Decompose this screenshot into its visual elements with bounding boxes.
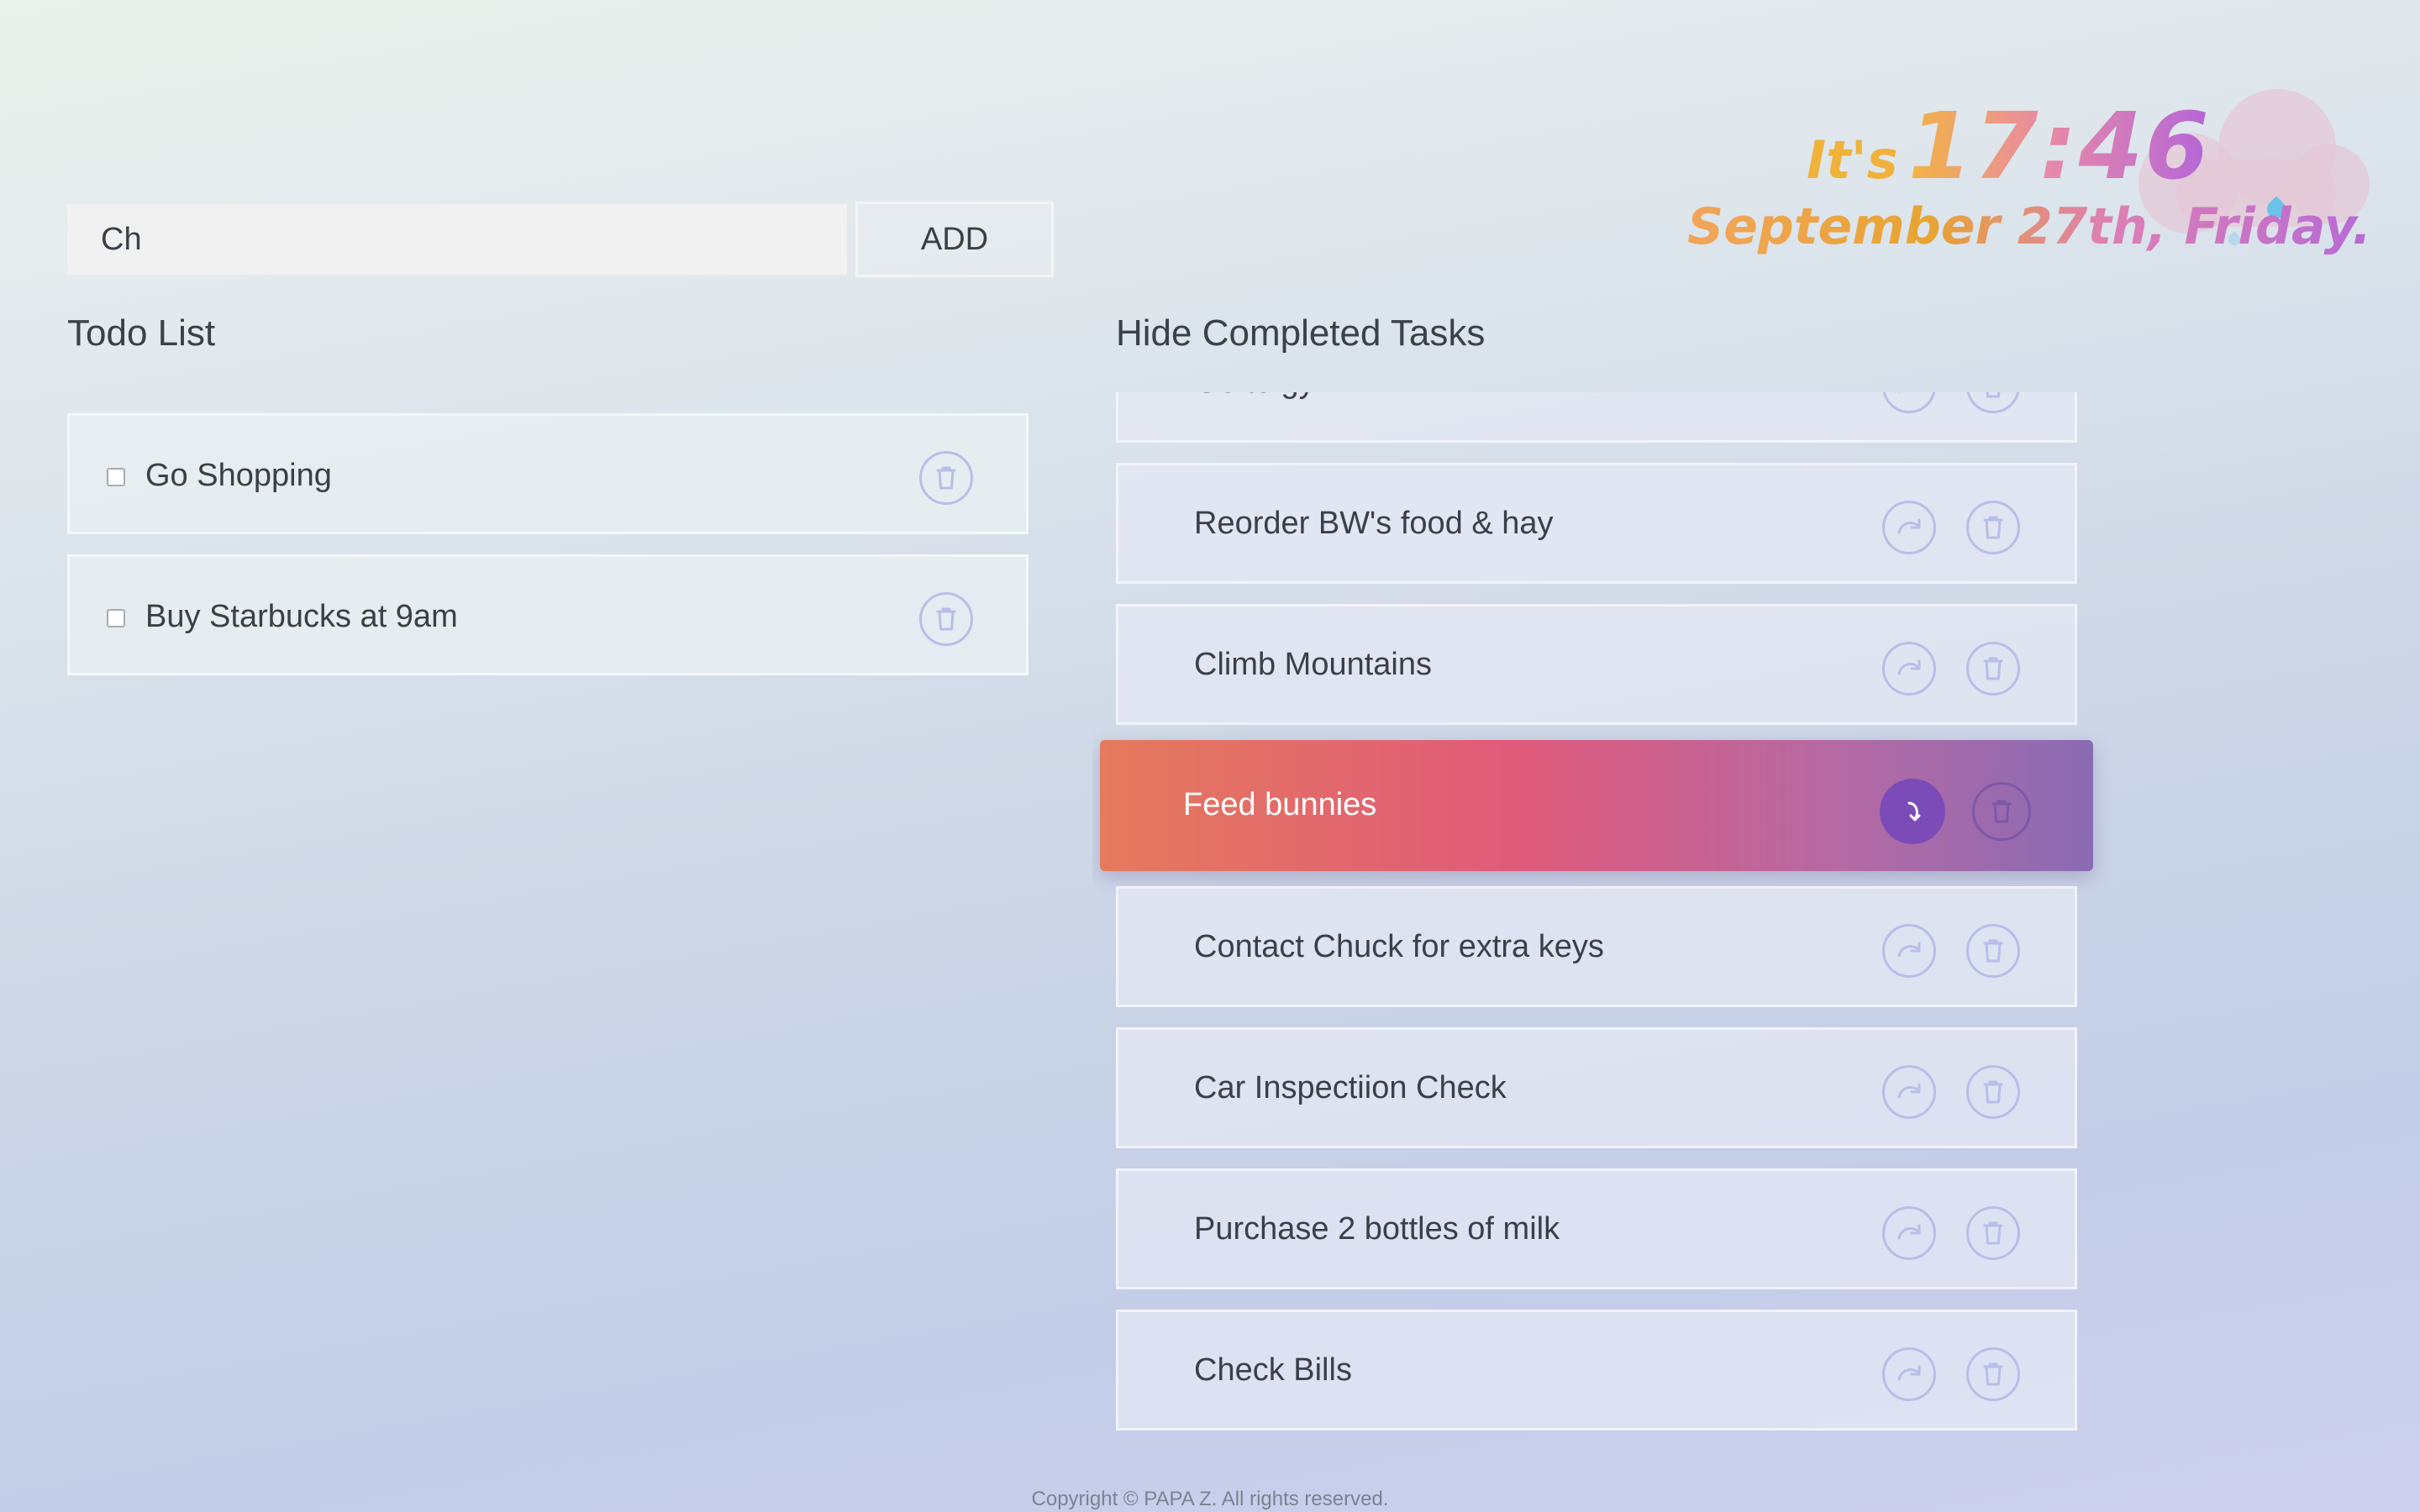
trash-icon (1986, 392, 2001, 398)
delete-button[interactable] (1966, 392, 2020, 413)
delete-button[interactable] (1966, 642, 2020, 696)
completed-item: Climb Mountains (1116, 604, 2077, 725)
clock-date: September 27th, Friday. (1687, 197, 2371, 256)
restore-button[interactable] (1882, 642, 1936, 696)
completed-item-label: Car Inspectiion Check (1194, 1070, 1507, 1105)
completed-item: Reorder BW's food & hay (1116, 463, 2077, 584)
todo-item: Go Shopping (67, 413, 1028, 534)
clock-widget: It's 17:46 September 27th, Friday. (1681, 84, 2371, 286)
redo-arrow-icon (1897, 518, 1921, 534)
redo-arrow-icon (1897, 942, 1921, 958)
restore-button[interactable] (1882, 392, 1936, 413)
trash-icon (1983, 1080, 2003, 1104)
trash-icon (1983, 1221, 2003, 1245)
completed-item-label: Reorder BW's food & hay (1194, 506, 1554, 541)
redo-arrow-icon (1897, 659, 1921, 675)
restore-button[interactable] (1882, 1065, 1936, 1119)
todo-list: Go Shopping Buy Starbucks at 9am (67, 413, 1028, 696)
delete-button[interactable] (919, 451, 973, 505)
completed-item: Contact Chuck for extra keys (1116, 886, 2077, 1007)
trash-icon (1983, 939, 2003, 963)
completed-item-hovered: Feed bunnies (1100, 740, 2093, 871)
delete-button[interactable] (1966, 1347, 2020, 1401)
todo-checkbox[interactable] (107, 468, 125, 486)
todo-item-label: Go Shopping (145, 458, 332, 493)
restore-button[interactable] (1882, 924, 1936, 978)
trash-icon (1983, 516, 2003, 539)
trash-icon (1983, 657, 2003, 680)
completed-list-viewport[interactable]: Go to gym Reorder BW's food & hay Climb … (1092, 392, 2134, 1434)
completed-item: Purchase 2 bottles of milk (1116, 1168, 2077, 1289)
completed-item-label: Feed bunnies (1183, 787, 1377, 822)
restore-button[interactable] (1882, 1347, 1936, 1401)
delete-button[interactable] (1966, 501, 2020, 554)
todo-checkbox[interactable] (107, 609, 125, 627)
todo-item: Buy Starbucks at 9am (67, 554, 1028, 675)
redo-arrow-icon (1907, 801, 1921, 822)
completed-item-label: Check Bills (1194, 1352, 1352, 1388)
completed-item-label: Contact Chuck for extra keys (1194, 929, 1604, 964)
trash-icon (936, 607, 956, 631)
restore-button[interactable] (1882, 501, 1936, 554)
new-task-input[interactable] (67, 204, 847, 275)
trash-icon (936, 466, 956, 490)
add-button[interactable]: ADD (855, 202, 1054, 277)
delete-button[interactable] (919, 592, 973, 646)
delete-button[interactable] (1966, 1206, 2020, 1260)
completed-item: Go to gym (1116, 392, 2077, 443)
clock-time: 17:46 (1907, 92, 2211, 200)
trash-icon (1983, 1362, 2003, 1386)
delete-button[interactable] (1972, 782, 2031, 841)
clock-prefix: It's (1807, 129, 1898, 191)
completed-item-label: Purchase 2 bottles of milk (1194, 1211, 1560, 1247)
completed-item-label: Climb Mountains (1194, 647, 1432, 682)
completed-item: Car Inspectiion Check (1116, 1027, 2077, 1148)
completed-item: Check Bills (1116, 1310, 2077, 1431)
clock-time-line: It's 17:46 (1807, 92, 2211, 200)
redo-arrow-icon (1897, 1083, 1921, 1099)
completed-item-label: Go to gym (1194, 392, 1341, 401)
delete-button[interactable] (1966, 1065, 2020, 1119)
todo-list-title: Todo List (67, 312, 216, 354)
redo-arrow-icon (1897, 1224, 1921, 1240)
trash-icon (1991, 800, 2012, 823)
redo-arrow-icon (1897, 1365, 1921, 1381)
delete-button[interactable] (1966, 924, 2020, 978)
todo-item-label: Buy Starbucks at 9am (145, 599, 458, 634)
restore-button[interactable] (1882, 1206, 1936, 1260)
completed-list: Go to gym Reorder BW's food & hay Climb … (1100, 392, 2093, 1434)
footer-copyright: Copyright © PAPA Z. All rights reserved. (1031, 1488, 1389, 1510)
redo-arrow-icon (1897, 392, 1901, 393)
restore-button[interactable] (1880, 779, 1945, 844)
hide-completed-toggle[interactable]: Hide Completed Tasks (1116, 312, 1485, 354)
